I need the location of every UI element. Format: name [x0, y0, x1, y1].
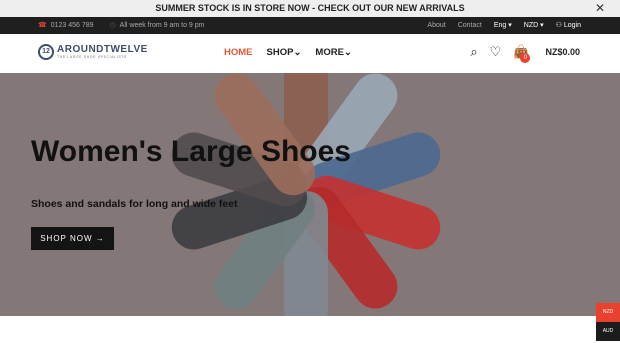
login-link[interactable]: ⚇ Login	[556, 17, 581, 34]
cart-total[interactable]: NZ$0.00	[545, 47, 580, 57]
currency-aud-button[interactable]: AUD	[596, 322, 620, 341]
phone-number: 0123 456 789	[50, 22, 94, 29]
shop-now-button[interactable]: SHOP NOW →	[31, 227, 114, 250]
site-header: 12 AROUNDTWELVE THE LARGE SHOE SPECIALIS…	[0, 34, 620, 73]
close-icon[interactable]: ✕	[595, 0, 605, 17]
chevron-down-icon: ▾	[540, 22, 544, 29]
phone-info[interactable]: ☎ 0123 456 789	[38, 17, 94, 34]
chevron-down-icon: ⌄	[343, 47, 352, 58]
about-link[interactable]: About	[427, 17, 445, 34]
hours-info: ◷ All week from 9 am to 9 pm	[110, 17, 205, 34]
logo-subtitle: THE LARGE SHOE SPECIALISTS	[57, 55, 127, 59]
currency-nzd-button[interactable]: NZD	[596, 303, 620, 322]
chevron-down-icon: ⌄	[293, 47, 302, 58]
hero-subtitle: Shoes and sandals for long and wide feet	[31, 198, 238, 210]
hero-title: Women's Large Shoes	[31, 135, 351, 168]
announcement-bar: SUMMER STOCK IS IN STORE NOW - CHECK OUT…	[0, 0, 620, 17]
chevron-down-icon: ▾	[508, 22, 512, 29]
top-bar: ☎ 0123 456 789 ◷ All week from 9 am to 9 p…	[0, 17, 620, 34]
search-icon[interactable]: ⌕	[470, 44, 477, 60]
user-icon: ⚇	[555, 22, 562, 29]
logo[interactable]: 12 AROUNDTWELVE THE LARGE SHOE SPECIALIS…	[38, 44, 148, 60]
header-icons: ⌕ ♡ 👜 0 NZ$0.00	[470, 44, 580, 63]
announcement-text[interactable]: SUMMER STOCK IS IN STORE NOW - CHECK OUT…	[155, 3, 464, 13]
logo-text: AROUNDTWELVE	[57, 44, 148, 55]
contact-link[interactable]: Contact	[458, 17, 482, 34]
language-select[interactable]: Eng ▾	[494, 17, 512, 34]
main-nav: HOME SHOP⌄ MORE⌄	[224, 47, 352, 58]
clock-icon: ◷	[109, 22, 116, 29]
phone-icon: ☎	[38, 22, 47, 29]
currency-select[interactable]: NZD ▾	[524, 17, 544, 34]
arrow-right-icon: →	[95, 234, 105, 243]
nav-more[interactable]: MORE⌄	[315, 47, 351, 58]
heart-icon[interactable]: ♡	[490, 44, 502, 60]
cart-button[interactable]: 👜 0	[513, 44, 531, 63]
logo-mark: 12	[38, 44, 54, 60]
hours-text: All week from 9 am to 9 pm	[119, 22, 205, 29]
nav-home[interactable]: HOME	[224, 47, 253, 58]
hero-banner: Women's Large Shoes Shoes and sandals fo…	[0, 73, 620, 316]
cart-count-badge: 0	[520, 53, 531, 63]
nav-shop[interactable]: SHOP⌄	[267, 47, 302, 58]
